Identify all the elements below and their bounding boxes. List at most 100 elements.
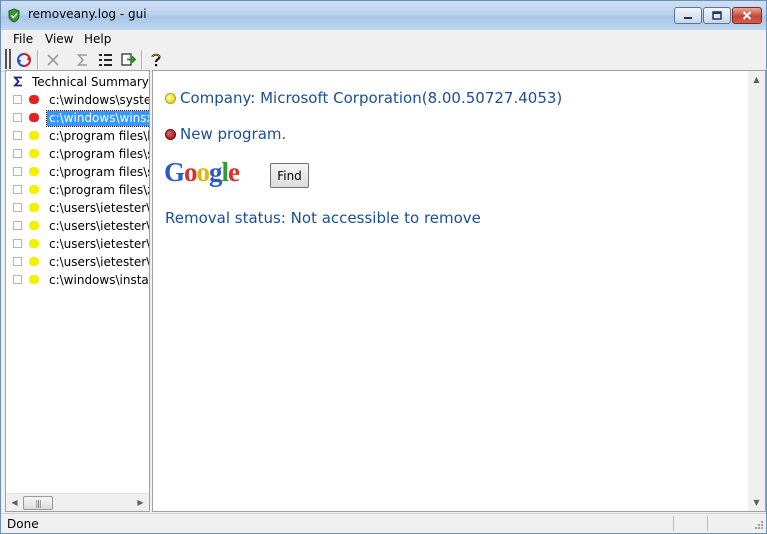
tree-row[interactable]: c:\program files\sy [6,163,149,181]
google-logo[interactable]: Google [164,157,240,188]
tree-row[interactable]: c:\users\ietester\de [6,235,149,253]
tree-row[interactable]: c:\program files\sy [6,145,149,163]
red-status-dot-icon [165,129,176,140]
status-dot-icon [29,113,39,122]
app-window: removeany.log - gui File View Help Techn… [0,0,767,534]
tree-row[interactable]: c:\users\ietester\de [6,253,149,271]
detail-pane: Company: Microsoft Corporation(8.00.5072… [152,70,766,512]
row-checkbox[interactable] [13,167,22,176]
program-line: New program. [165,125,286,143]
tree-row-label: c:\program files\sy [49,147,150,161]
toolbar [1,48,766,72]
row-checkbox[interactable] [13,95,22,104]
menu-help[interactable]: Help [84,30,111,48]
tree-row-label: c:\program files\zi [49,183,150,197]
status-dot-icon [29,149,39,158]
row-checkbox[interactable] [13,221,22,230]
maximize-button[interactable] [703,7,731,24]
summary-button[interactable] [73,50,93,69]
row-checkbox[interactable] [13,131,22,140]
find-button[interactable]: Find [270,163,309,188]
menu-bar: File View Help [1,30,766,48]
removal-status: Removal status: Not accessible to remove [165,209,481,227]
company-text: Company: Microsoft Corporation(8.00.5072… [180,89,563,107]
menu-view[interactable]: View [45,30,73,48]
toolbar-separator [141,50,143,69]
tree-header-technical-summary[interactable]: Technical Summary [6,73,149,91]
status-dot-icon [29,95,39,104]
tree-row-label: c:\windows\installe [49,273,149,287]
scroll-up-arrow-icon[interactable]: ▲ [748,71,765,88]
status-bar: Done [1,513,766,533]
help-question-icon [151,53,161,66]
tree-row[interactable]: c:\windows\winsxs [6,109,149,127]
sigma-icon [76,53,87,66]
status-dot-icon [29,239,39,248]
tree-row-label: c:\users\ietester\de [49,255,150,269]
scroll-down-arrow-icon[interactable]: ▼ [748,494,765,511]
status-dot-icon [29,275,39,284]
scroll-right-arrow-icon[interactable]: ▶ [132,494,149,511]
status-dot-icon [29,257,39,266]
delete-x-icon [47,53,59,66]
refresh-icon [17,52,31,67]
tree-row-label: c:\windows\winsxs [46,110,149,127]
status-dot-icon [29,221,39,230]
tree-row[interactable]: c:\program files\bi [6,127,149,145]
window-title: removeany.log - gui [28,7,147,21]
tree-row-label: c:\users\ietester\de [49,237,150,251]
menu-file[interactable]: File [13,30,33,48]
export-icon [121,53,137,66]
sigma-icon [13,76,22,87]
row-checkbox[interactable] [13,257,22,266]
tree-row-label: c:\users\ietester\ap [49,201,150,215]
scroll-left-arrow-icon[interactable]: ◀ [6,494,23,511]
help-button[interactable] [146,50,166,69]
program-text: New program. [180,125,287,143]
status-dot-icon [29,203,39,212]
tree-header-label: Technical Summary [32,75,149,89]
refresh-button[interactable] [14,50,34,69]
status-panel [707,516,708,531]
title-bar[interactable]: removeany.log - gui [1,1,766,30]
close-button[interactable] [732,7,762,24]
tree-row[interactable]: c:\users\ietester\ap [6,199,149,217]
toolbar-grip[interactable] [5,49,7,69]
row-checkbox[interactable] [13,203,22,212]
company-line: Company: Microsoft Corporation(8.00.5072… [165,89,562,107]
status-dot-icon [29,185,39,194]
status-panel [673,516,674,531]
status-dot-icon [29,131,39,140]
tree-row-label: c:\program files\sy [49,165,150,179]
tree-row[interactable]: c:\windows\system [6,91,149,109]
scrollbar-thumb[interactable]: ||| [23,496,53,510]
toolbar-grip[interactable] [9,49,11,69]
minimize-button[interactable] [674,7,702,24]
tree-row[interactable]: c:\windows\installe [6,271,149,289]
row-checkbox[interactable] [13,149,22,158]
horizontal-scrollbar[interactable]: ◀ ||| ▶ [6,493,149,511]
maximize-icon [712,11,722,20]
row-checkbox[interactable] [13,185,22,194]
status-dot-icon [29,167,39,176]
row-checkbox[interactable] [13,275,22,284]
tree-row-label: c:\program files\bi [49,129,150,143]
vertical-scrollbar[interactable]: ▲ ▼ [748,71,765,511]
list-button[interactable] [96,50,116,69]
app-shield-icon [8,8,20,23]
resize-grip-icon[interactable] [752,520,764,532]
tree-row[interactable]: c:\users\ietester\ap [6,217,149,235]
tree-row[interactable]: c:\program files\zi [6,181,149,199]
status-text: Done [7,517,39,531]
list-icon [99,53,112,66]
export-button[interactable] [119,50,139,69]
tree-pane[interactable]: Technical Summary c:\windows\system c:\wi… [5,70,150,512]
yellow-status-dot-icon [165,93,176,104]
tree-row-label: c:\users\ietester\ap [49,219,150,233]
close-icon [742,11,752,20]
row-checkbox[interactable] [13,113,22,122]
toolbar-separator [37,50,39,69]
delete-button[interactable] [43,50,63,69]
minimize-icon [684,16,692,19]
row-checkbox[interactable] [13,239,22,248]
